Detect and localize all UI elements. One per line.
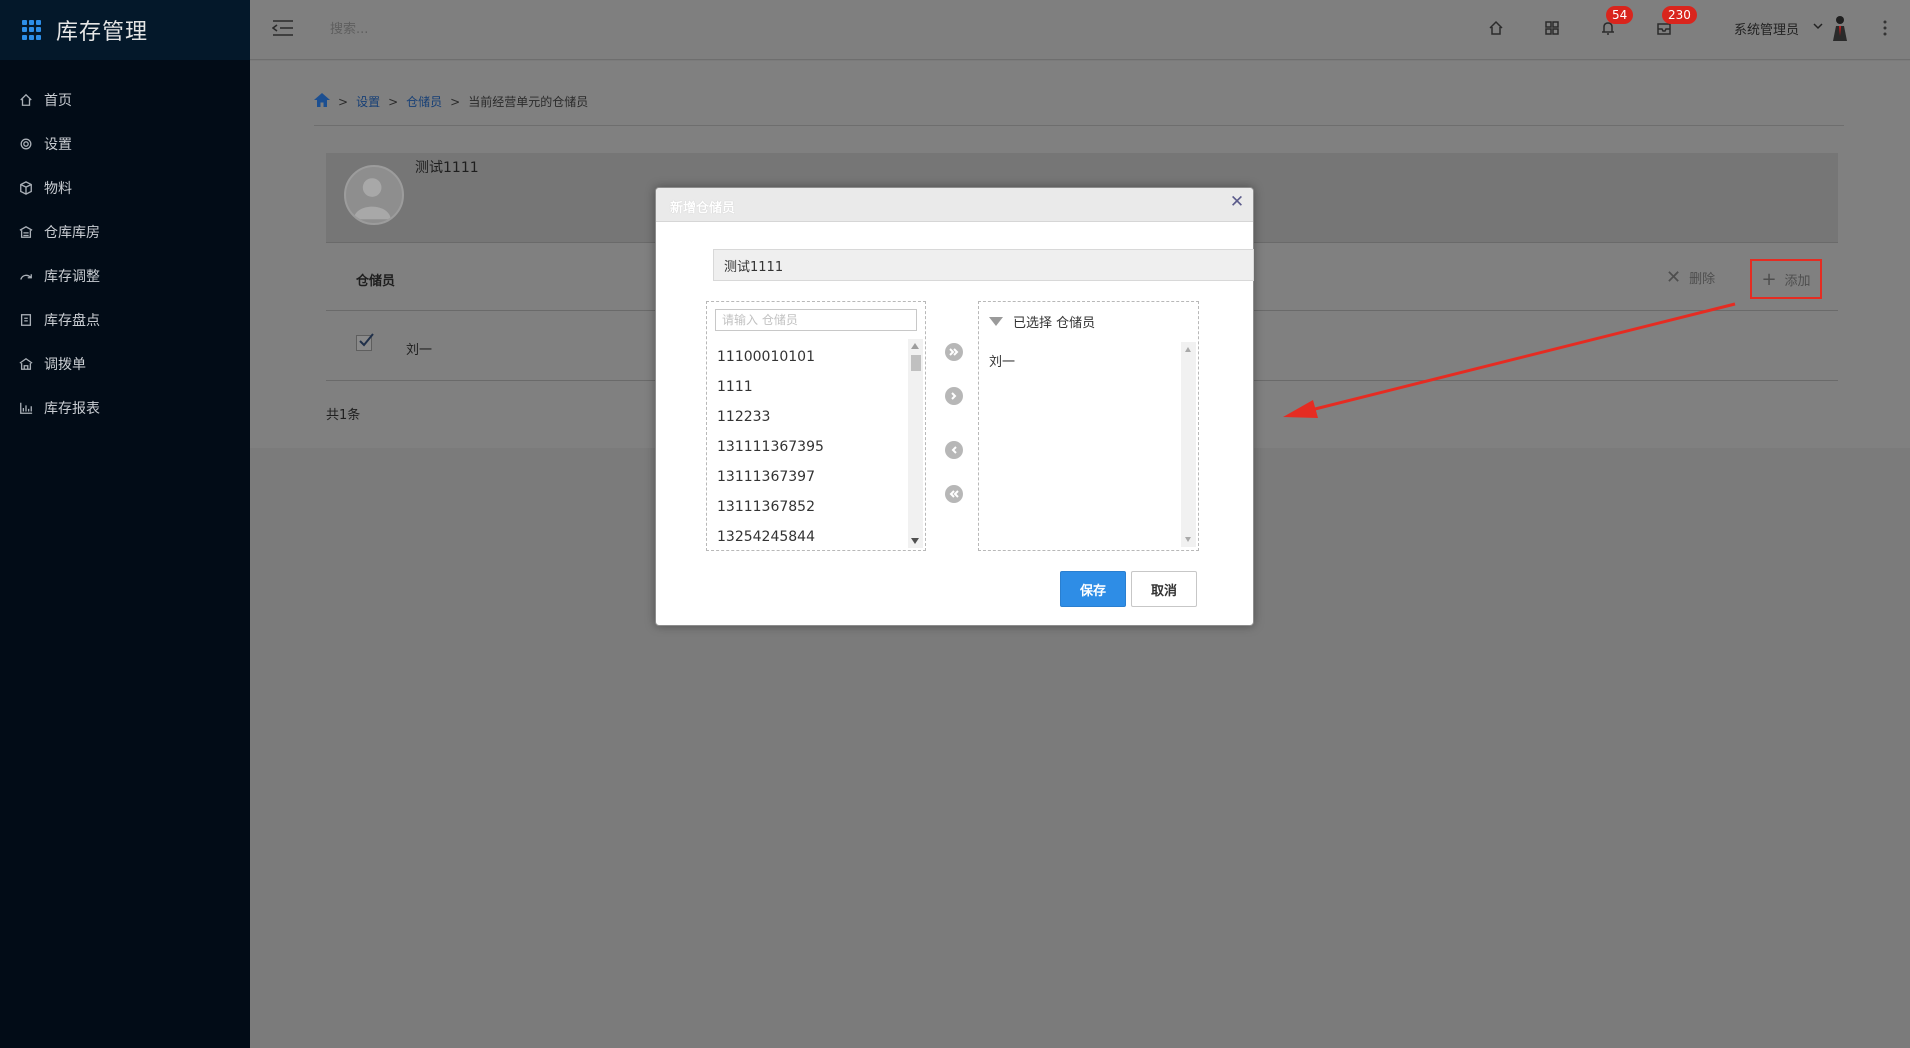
row-checkbox[interactable]	[356, 333, 374, 351]
save-button[interactable]: 保存	[1060, 571, 1126, 607]
list-item[interactable]: 刘一	[989, 348, 1015, 378]
scroll-up-icon[interactable]	[911, 343, 919, 349]
messages-badge: 230	[1662, 6, 1697, 24]
sidebar-item-home[interactable]: 首页	[0, 78, 250, 122]
list-item[interactable]: 112233	[717, 402, 907, 432]
add-label: 添加	[1784, 273, 1811, 289]
warehouse-icon	[18, 224, 34, 240]
sidebar-item-label: 库存盘点	[44, 313, 100, 329]
sidebar: 库存管理 首页 设置 物料 仓库库房 库存调整 库存盘点 调拨单 库存报表	[0, 0, 250, 1048]
sidebar-item-label: 首页	[44, 93, 72, 109]
breadcrumb: > 设置 > 仓储员 > 当前经营单元的仓储员	[314, 93, 588, 110]
close-icon[interactable]: ✕	[1229, 192, 1245, 212]
move-all-right-button[interactable]	[945, 343, 963, 361]
user-avatar[interactable]	[1830, 14, 1850, 42]
add-keeper-dialog: 新增仓储员 ✕ 11100010101 1111 112233 13111136…	[655, 187, 1254, 626]
list-item[interactable]: 13111367852	[717, 492, 907, 522]
move-left-button[interactable]	[945, 441, 963, 459]
breadcrumb-separator: >	[388, 94, 399, 109]
dialog-header: 新增仓储员 ✕	[656, 188, 1253, 222]
sidebar-item-settings[interactable]: 设置	[0, 122, 250, 166]
sidebar-item-transfer[interactable]: 调拨单	[0, 342, 250, 386]
brand: 库存管理	[0, 0, 250, 60]
breadcrumb-separator: >	[338, 94, 349, 109]
menu-toggle-icon[interactable]	[271, 18, 294, 38]
available-items: 11100010101 1111 112233 131111367395 131…	[717, 342, 907, 552]
sidebar-item-stock-adjust[interactable]: 库存调整	[0, 254, 250, 298]
sidebar-item-label: 仓库库房	[44, 225, 100, 241]
user-menu[interactable]: 系统管理员	[1734, 19, 1799, 38]
selected-scrollbar[interactable]	[1181, 342, 1196, 547]
available-list: 11100010101 1111 112233 131111367395 131…	[706, 301, 926, 551]
selected-header-label: 已选择 仓储员	[1013, 316, 1096, 331]
sidebar-item-materials[interactable]: 物料	[0, 166, 250, 210]
breadcrumb-link-settings[interactable]: 设置	[356, 93, 380, 110]
selected-list: 已选择 仓储员 刘一	[978, 301, 1199, 551]
adjust-icon	[18, 268, 34, 284]
list-item[interactable]: 13111367397	[717, 462, 907, 492]
move-all-left-button[interactable]	[945, 485, 963, 503]
breadcrumb-current: 当前经营单元的仓储员	[468, 95, 589, 109]
chevron-down-icon[interactable]	[1812, 20, 1824, 32]
move-right-button[interactable]	[945, 387, 963, 405]
selected-items: 刘一	[989, 348, 1015, 378]
gear-icon	[18, 136, 34, 152]
scroll-down-icon[interactable]	[1185, 537, 1191, 542]
total-count: 共1条	[326, 408, 361, 423]
bar-chart-icon	[18, 400, 34, 416]
inventory-icon	[18, 312, 34, 328]
column-title: 仓储员	[356, 274, 396, 289]
scroll-up-icon[interactable]	[1185, 347, 1191, 352]
sidebar-item-reports[interactable]: 库存报表	[0, 386, 250, 430]
plus-icon: +	[1761, 268, 1777, 290]
sidebar-item-stock-count[interactable]: 库存盘点	[0, 298, 250, 342]
transfer-icon	[18, 356, 34, 372]
selected-header[interactable]: 已选择 仓储员	[989, 312, 1095, 331]
bell-icon[interactable]: 54	[1596, 6, 1634, 40]
close-icon: ✕	[1666, 267, 1682, 288]
breadcrumb-separator: >	[450, 94, 461, 109]
search-input[interactable]	[330, 16, 630, 42]
breadcrumb-link-keepers[interactable]: 仓储员	[406, 93, 442, 110]
scroll-thumb[interactable]	[911, 355, 921, 371]
unit-name: 测试1111	[415, 160, 479, 176]
sidebar-item-label: 库存调整	[44, 269, 100, 285]
add-button[interactable]: + 添加	[1750, 259, 1822, 299]
delete-button[interactable]: ✕ 删除	[1666, 267, 1715, 288]
sidebar-item-warehouse[interactable]: 仓库库房	[0, 210, 250, 254]
delete-label: 删除	[1689, 272, 1716, 287]
scroll-down-icon[interactable]	[911, 538, 919, 544]
keeper-name: 刘一	[406, 343, 433, 358]
grid-icon[interactable]	[1540, 16, 1564, 40]
more-vertical-icon[interactable]	[1880, 18, 1890, 38]
list-item[interactable]: 11100010101	[717, 342, 907, 372]
inbox-icon[interactable]: 230	[1652, 6, 1697, 40]
home-icon	[18, 92, 34, 108]
unit-name-field[interactable]	[713, 249, 1254, 281]
sidebar-item-label: 库存报表	[44, 401, 100, 417]
filter-input[interactable]	[715, 309, 917, 331]
sidebar-item-label: 调拨单	[44, 357, 86, 373]
list-item[interactable]: 13254245844	[717, 522, 907, 552]
cancel-button[interactable]: 取消	[1131, 571, 1197, 607]
home-icon[interactable]	[1484, 16, 1508, 40]
list-item[interactable]: 131111367395	[717, 432, 907, 462]
sidebar-item-label: 设置	[44, 137, 72, 153]
app-title: 库存管理	[56, 20, 149, 45]
sidebar-item-label: 物料	[44, 181, 72, 197]
list-item[interactable]: 1111	[717, 372, 907, 402]
home-icon[interactable]	[314, 93, 330, 110]
divider	[314, 125, 1844, 126]
notifications-badge: 54	[1606, 6, 1634, 24]
available-scrollbar[interactable]	[908, 339, 923, 548]
dialog-title: 新增仓储员	[670, 201, 736, 216]
caret-down-icon	[989, 317, 1003, 326]
apps-grid-icon[interactable]	[22, 20, 42, 40]
unit-avatar	[344, 165, 404, 225]
top-bar: 54 230 系统管理员	[250, 0, 1910, 60]
cube-icon	[18, 180, 34, 196]
sidebar-menu: 首页 设置 物料 仓库库房 库存调整 库存盘点 调拨单 库存报表	[0, 78, 250, 430]
